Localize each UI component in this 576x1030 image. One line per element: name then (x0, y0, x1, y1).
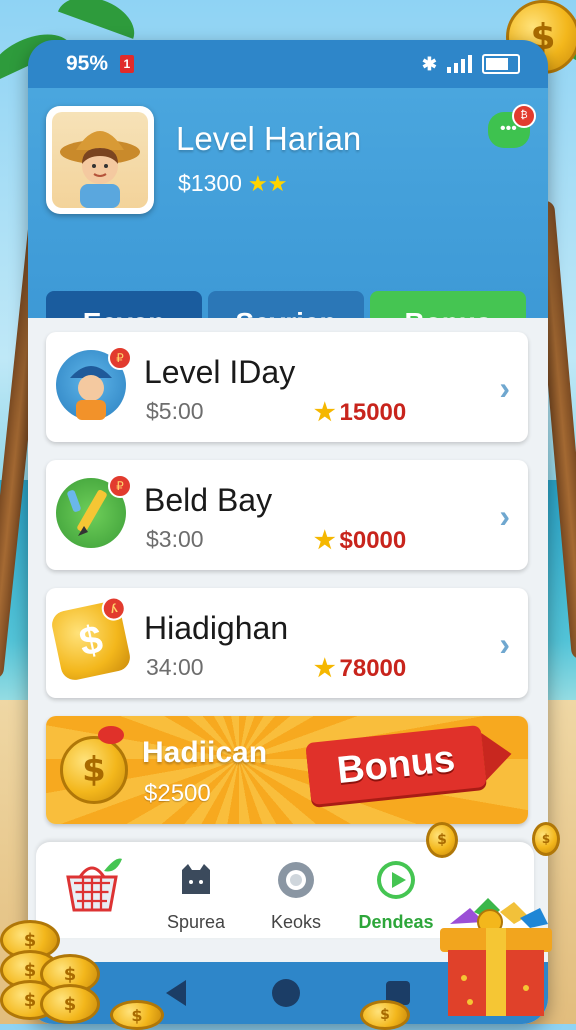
level-card[interactable]: ₽ Beld Bay $3:00 ★ $0000 › (46, 460, 528, 570)
card-time: $5:00 (146, 398, 204, 424)
card-reward: ★ $0000 (314, 526, 406, 555)
play-icon (377, 861, 415, 899)
gold-coin-icon: $ (110, 1000, 164, 1030)
bonus-ribbon-button[interactable]: Bonus (305, 724, 487, 806)
star-icon: ★ (314, 399, 336, 426)
pencil-icon: ₽ (56, 474, 132, 548)
card-reward: ★ 78000 (314, 654, 406, 683)
notification-badge: 1 (119, 55, 134, 74)
gold-coin-icon: $ (532, 822, 560, 856)
chevron-right-icon[interactable]: › (499, 626, 510, 663)
bonus-amount: $2500 (144, 780, 211, 807)
reward-value: 78000 (339, 655, 407, 682)
card-title: Hiadighan (144, 610, 289, 646)
profile-header: Level Harian $1300★★ ••• ₿ Eevan Seyriep… (28, 88, 548, 355)
nav-label: Keoks (270, 912, 322, 932)
avatar[interactable] (46, 106, 154, 214)
balance-value: $1300 (178, 170, 242, 196)
level-card[interactable]: ₽ Level IDay $5:00 ★ 15000 › (46, 332, 528, 442)
back-icon[interactable] (166, 980, 186, 1006)
battery-icon (482, 54, 520, 74)
card-badge: ʎ (99, 594, 128, 623)
card-time: $3:00 (146, 526, 204, 552)
card-badge: ₽ (108, 474, 132, 498)
card-title: Beld Bay (144, 482, 273, 518)
reward-value: $0000 (339, 527, 407, 554)
status-bar: 95% 1 ✱ (28, 40, 548, 88)
nav-keoks[interactable]: Keoks (246, 842, 346, 938)
bow-icon (98, 726, 124, 744)
battery-percent: 95% (66, 52, 109, 75)
bluetooth-icon: ✱ (421, 53, 437, 74)
card-title: Level IDay (144, 354, 296, 390)
nav-shop[interactable] (46, 842, 146, 938)
level-card[interactable]: $ ʎ Hiadighan 34:00 ★ 78000 › (46, 588, 528, 698)
chat-badge: ₿ (512, 104, 536, 128)
star-icon: ★ (314, 655, 336, 682)
gold-coin-icon: $ (426, 822, 458, 858)
gold-coin-icon: $ (360, 1000, 410, 1030)
gold-coin-icon: $ (40, 984, 100, 1024)
treasure-gift-icon (440, 898, 552, 1016)
nav-spurea[interactable]: Spurea (146, 842, 246, 938)
ring-icon (278, 862, 314, 898)
phone-screen: 95% 1 ✱ Level Harian $1300 ★★ ••• ₿ ₽ Le… (28, 40, 548, 1024)
palm-leaf (57, 0, 143, 39)
signal-icon (447, 55, 472, 73)
card-reward: ★ 15000 (314, 398, 406, 427)
gift-coin-icon: $ (60, 736, 128, 804)
bonus-title: Hadiican (142, 736, 268, 769)
home-icon[interactable] (272, 979, 300, 1007)
reward-value: 15000 (339, 399, 407, 426)
balance-row: $1300 ★★ (178, 170, 287, 197)
card-time: 34:00 (146, 654, 204, 680)
explorer-avatar-icon: ₽ (56, 346, 132, 420)
star-rating: ★★ (247, 171, 288, 196)
dollar-coin-icon: $ ʎ (49, 594, 133, 683)
nav-label: Spurea (166, 912, 226, 932)
bonus-card[interactable]: $ Hadiican $2500 Bonus (46, 716, 528, 824)
chat-button[interactable]: ••• ₿ (488, 104, 536, 148)
card-badge: ₽ (108, 346, 132, 370)
chevron-right-icon[interactable]: › (499, 498, 510, 535)
castle-icon (182, 864, 210, 894)
star-icon: ★ (314, 527, 336, 554)
shopping-basket-icon (66, 858, 122, 912)
explorer-avatar-icon (60, 131, 140, 208)
page-title: Level Harian (176, 120, 362, 157)
chevron-right-icon[interactable]: › (499, 370, 510, 407)
